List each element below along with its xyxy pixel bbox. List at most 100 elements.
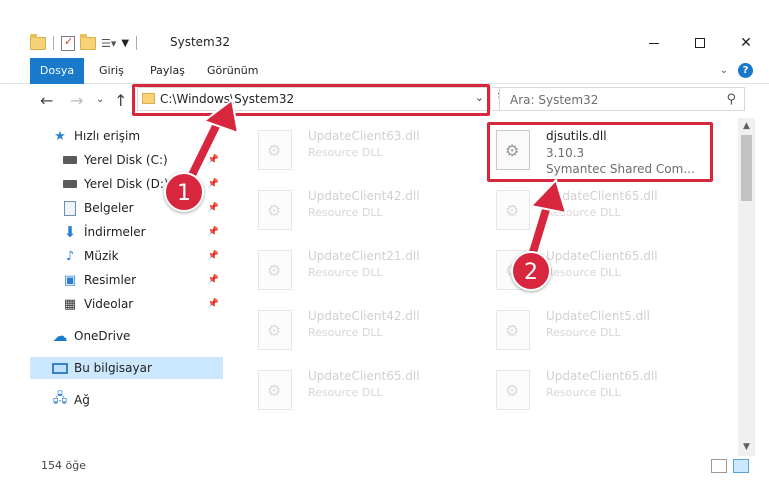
callout-badge-1: 1 bbox=[164, 172, 204, 212]
item-count: 154 öğe bbox=[41, 459, 86, 472]
file-type: Resource DLL bbox=[546, 326, 621, 339]
drive-icon bbox=[62, 176, 78, 192]
sidebar-item-downloads[interactable]: ⬇ İndirmeler 📌 bbox=[30, 221, 223, 243]
sidebar-item-label: OneDrive bbox=[74, 329, 131, 343]
sidebar-item-label: Resimler bbox=[84, 273, 137, 287]
computer-icon bbox=[52, 360, 68, 376]
ribbon-controls: ⌄ ? bbox=[720, 63, 753, 78]
sidebar-item-music[interactable]: ♪ Müzik 📌 bbox=[30, 245, 223, 267]
download-icon: ⬇ bbox=[63, 223, 77, 241]
file-item[interactable]: UpdateClient65.dll Resource DLL bbox=[478, 182, 708, 238]
cloud-icon: ☁ bbox=[52, 327, 68, 345]
file-type: Resource DLL bbox=[546, 386, 621, 399]
forward-arrow-icon[interactable]: → bbox=[70, 91, 83, 110]
up-arrow-icon[interactable]: ↑ bbox=[114, 91, 127, 110]
address-highlight-box bbox=[132, 84, 490, 116]
title-bar: ☰▾ ▼ System32 ✕ bbox=[0, 28, 769, 58]
dll-file-icon bbox=[258, 310, 292, 350]
new-folder-icon[interactable] bbox=[80, 33, 96, 50]
file-type: Resource DLL bbox=[308, 386, 383, 399]
sidebar-item-label: Yerel Disk (D:) bbox=[84, 177, 169, 191]
file-name: UpdateClient42.dll bbox=[308, 189, 420, 203]
file-name: UpdateClient65.dll bbox=[546, 189, 658, 203]
scrollbar-thumb[interactable] bbox=[741, 135, 752, 201]
sidebar-item-label: Belgeler bbox=[84, 201, 134, 215]
file-item[interactable]: UpdateClient5.dll Resource DLL bbox=[478, 302, 708, 358]
file-name: UpdateClient65.dll bbox=[546, 369, 658, 383]
status-bar: 154 öğe bbox=[30, 456, 769, 478]
video-icon: ▦ bbox=[63, 296, 77, 312]
close-button[interactable]: ✕ bbox=[723, 28, 769, 58]
dll-file-icon bbox=[258, 370, 292, 410]
sidebar-item-quick-access[interactable]: ★ Hızlı erişim bbox=[30, 125, 223, 147]
properties-icon[interactable] bbox=[61, 35, 75, 51]
tab-home[interactable]: Giriş bbox=[99, 58, 124, 84]
sidebar-item-onedrive[interactable]: ☁ OneDrive bbox=[30, 325, 223, 347]
dll-file-icon bbox=[258, 250, 292, 290]
file-item[interactable]: UpdateClient65.dll Resource DLL bbox=[240, 362, 470, 418]
sidebar-item-label: Videolar bbox=[84, 297, 134, 311]
sidebar-item-network[interactable]: 🖧 Ağ bbox=[30, 389, 223, 411]
pin-icon[interactable]: 📌 bbox=[208, 155, 219, 165]
pin-icon[interactable]: 📌 bbox=[208, 227, 219, 237]
tiles-view-icon[interactable] bbox=[733, 459, 749, 473]
customize-toolbar-icon[interactable]: ☰▾ bbox=[101, 37, 116, 50]
search-icon[interactable]: ⚲ bbox=[726, 92, 736, 107]
file-name: UpdateClient42.dll bbox=[308, 309, 420, 323]
ribbon-tabs: Dosya Giriş Paylaş Görünüm ⌄ ? bbox=[0, 58, 769, 84]
folder-icon bbox=[30, 33, 46, 50]
dll-file-icon bbox=[258, 190, 292, 230]
music-icon: ♪ bbox=[65, 248, 75, 264]
file-type: Resource DLL bbox=[308, 266, 383, 279]
sidebar-item-label: Ağ bbox=[74, 393, 90, 407]
help-icon[interactable]: ? bbox=[738, 63, 753, 78]
sidebar-item-pictures[interactable]: ▣ Resimler 📌 bbox=[30, 269, 223, 291]
file-type: Resource DLL bbox=[308, 206, 383, 219]
details-view-icon[interactable] bbox=[711, 459, 727, 473]
pin-icon[interactable]: 📌 bbox=[208, 299, 219, 309]
file-name: UpdateClient5.dll bbox=[546, 309, 650, 323]
search-input[interactable]: Ara: System32 ⚲ bbox=[499, 87, 745, 111]
tab-file[interactable]: Dosya bbox=[30, 58, 84, 84]
file-type: Resource DLL bbox=[546, 206, 621, 219]
quick-access-toolbar: ☰▾ ▼ bbox=[30, 33, 139, 52]
maximize-button[interactable] bbox=[677, 28, 723, 58]
file-item[interactable]: UpdateClient42.dll Resource DLL bbox=[240, 182, 470, 238]
pin-icon[interactable]: 📌 bbox=[208, 203, 219, 213]
sidebar-item-label: Müzik bbox=[84, 249, 119, 263]
minimize-icon bbox=[649, 42, 659, 44]
dll-file-icon bbox=[496, 190, 530, 230]
tab-share[interactable]: Paylaş bbox=[150, 58, 185, 84]
file-type: Resource DLL bbox=[308, 146, 383, 159]
sidebar-item-videos[interactable]: ▦ Videolar 📌 bbox=[30, 293, 223, 315]
view-toggle bbox=[711, 459, 749, 473]
search-placeholder: Ara: System32 bbox=[510, 93, 599, 107]
pin-icon[interactable]: 📌 bbox=[208, 251, 219, 261]
file-name: UpdateClient65.dll bbox=[308, 369, 420, 383]
expand-ribbon-icon[interactable]: ⌄ bbox=[720, 65, 728, 76]
window-title: System32 bbox=[170, 35, 231, 49]
scroll-up-icon[interactable]: ▲ bbox=[738, 118, 755, 135]
maximize-icon bbox=[695, 38, 705, 48]
pictures-icon: ▣ bbox=[63, 272, 77, 288]
star-icon: ★ bbox=[54, 128, 66, 144]
sidebar-item-label: Yerel Disk (C:) bbox=[84, 153, 168, 167]
recent-locations-chevron-icon[interactable]: ⌄ bbox=[96, 94, 104, 105]
sidebar-item-local-disk-c[interactable]: Yerel Disk (C:) 📌 bbox=[30, 149, 223, 171]
file-item[interactable]: UpdateClient21.dll Resource DLL bbox=[240, 242, 470, 298]
minimize-button[interactable] bbox=[631, 28, 677, 58]
divider bbox=[53, 36, 54, 50]
file-name: UpdateClient21.dll bbox=[308, 249, 420, 263]
file-item[interactable]: UpdateClient42.dll Resource DLL bbox=[240, 302, 470, 358]
vertical-scrollbar[interactable]: ▲ ▼ bbox=[738, 118, 755, 456]
pin-icon[interactable]: 📌 bbox=[208, 275, 219, 285]
dll-file-icon bbox=[258, 130, 292, 170]
pin-icon[interactable]: 📌 bbox=[208, 179, 219, 189]
sidebar-item-this-pc[interactable]: Bu bilgisayar bbox=[30, 357, 223, 379]
back-arrow-icon[interactable]: ← bbox=[40, 91, 53, 110]
tab-view[interactable]: Görünüm bbox=[207, 58, 258, 84]
file-item[interactable]: UpdateClient65.dll Resource DLL bbox=[478, 362, 708, 418]
toolbar-dropdown-icon[interactable]: ▼ bbox=[121, 38, 129, 49]
file-item[interactable]: UpdateClient63.dll Resource DLL bbox=[240, 122, 470, 178]
scroll-down-icon[interactable]: ▼ bbox=[738, 439, 755, 456]
